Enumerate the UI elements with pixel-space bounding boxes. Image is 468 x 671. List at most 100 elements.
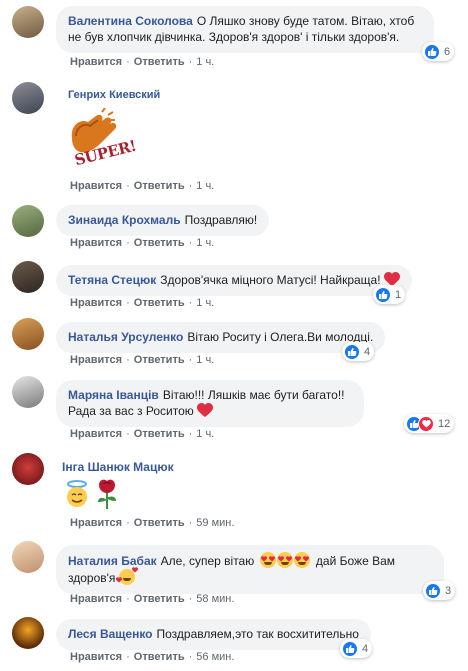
comment: Зинаида Крохмаль Поздравляю! Нравится · Отв…	[12, 205, 456, 255]
comment-header: Інга Шанюк Мацюк	[62, 459, 178, 475]
reply-link[interactable]: Ответить	[134, 297, 185, 309]
like-link[interactable]: Нравится	[70, 593, 122, 605]
smiling-face-with-hearts-icon	[115, 567, 138, 585]
comment: Наталия Бабак Але, супер вітаю дай Боже В…	[12, 541, 456, 611]
comment-actions: Нравится · Ответить · 1 ч.	[70, 354, 215, 366]
comment-time[interactable]: 1 ч.	[196, 354, 214, 366]
reaction-count: 4	[364, 345, 371, 358]
reaction-summary[interactable]: 4	[340, 639, 373, 658]
like-link[interactable]: Нравится	[70, 297, 122, 309]
heart-eyes-icon	[276, 552, 293, 568]
comment-author[interactable]: Валентина Соколова	[68, 14, 193, 28]
avatar[interactable]	[12, 541, 44, 573]
heart-eyes-icon	[259, 552, 276, 568]
comment: Валентина Соколова О Ляшко знову буде тат…	[12, 6, 456, 80]
red-heart-icon	[197, 403, 214, 417]
reaction-summary[interactable]: 4	[342, 342, 375, 361]
reaction-count: 6	[444, 45, 451, 58]
avatar[interactable]	[12, 6, 44, 38]
reply-link[interactable]: Ответить	[134, 354, 185, 366]
comment-author[interactable]: Маряна Іванців	[68, 388, 159, 402]
comment-actions: Нравится · Ответить · 1 ч.	[70, 180, 215, 192]
reaction-summary[interactable]: 12	[404, 414, 455, 433]
comment-actions: Нравится · Ответить · 58 мин.	[70, 593, 235, 605]
reply-link[interactable]: Ответить	[134, 180, 185, 192]
reaction-summary[interactable]: 3	[423, 581, 456, 600]
comment-actions: Нравится · Ответить · 1 ч.	[70, 297, 215, 309]
comment-time[interactable]: 1 ч.	[196, 237, 214, 249]
comment: Леся Ващенко Поздравляем,это так восхитит…	[12, 617, 456, 671]
comment: Маряна Іванців Вітаю!!! Ляшків має бути б…	[12, 376, 456, 446]
reply-link[interactable]: Ответить	[134, 651, 185, 663]
reaction-summary[interactable]: 1	[373, 285, 406, 304]
comment-time[interactable]: 1 ч.	[196, 297, 214, 309]
comment-actions: Нравится · Ответить · 59 мин.	[70, 517, 235, 529]
like-reaction-icon	[425, 582, 441, 599]
avatar[interactable]	[12, 82, 44, 114]
comment: Тетяна Стецюк Здоров'ячка міцного Матусі!…	[12, 261, 456, 313]
comment-bubble: Маряна Іванців Вітаю!!! Ляшків має бути б…	[56, 380, 364, 427]
comment-text: Поздравляем,это так восхитительно	[156, 627, 359, 641]
reply-link[interactable]: Ответить	[134, 237, 185, 249]
comment-bubble: Валентина Соколова О Ляшко знову буде тат…	[56, 6, 434, 53]
comment-author[interactable]: Леся Ващенко	[68, 627, 153, 641]
reaction-summary[interactable]: 6	[422, 42, 455, 61]
comment-author[interactable]: Зинаида Крохмаль	[68, 213, 181, 227]
reaction-count: 4	[362, 642, 369, 655]
comment-text: Поздравляю!	[184, 213, 258, 227]
like-link[interactable]: Нравится	[70, 428, 122, 440]
comment-time[interactable]: 1 ч.	[196, 428, 214, 440]
comment-text: Вітаю Роситу і Олега.Ви молодці.	[187, 330, 374, 344]
comment-bubble: Наталия Бабак Але, супер вітаю дай Боже В…	[56, 545, 444, 594]
comment-text: Але, супер вітаю	[160, 554, 255, 568]
comment-time[interactable]: 58 мин.	[196, 593, 234, 605]
avatar[interactable]	[12, 261, 44, 293]
like-link[interactable]: Нравится	[70, 354, 122, 366]
like-link[interactable]: Нравится	[70, 237, 122, 249]
heart-eyes-icon	[293, 552, 310, 568]
comment-time[interactable]: 1 ч.	[196, 56, 214, 68]
comment-time[interactable]: 59 мин.	[196, 517, 234, 529]
comment-text: Здоров'ячка міцного Матусі! Найкраща!	[160, 273, 381, 287]
comment-actions: Нравится · Ответить · 56 мин.	[70, 651, 235, 663]
like-link[interactable]: Нравится	[70, 517, 122, 529]
rose-icon	[98, 479, 116, 509]
comment-time[interactable]: 1 ч.	[196, 180, 214, 192]
reaction-count: 3	[445, 584, 452, 597]
like-link[interactable]: Нравится	[70, 56, 122, 68]
comment: Наталья Урсуленко Вітаю Роситу і Олега.Ви…	[12, 318, 456, 370]
avatar[interactable]	[12, 453, 44, 485]
like-link[interactable]: Нравится	[70, 651, 122, 663]
reply-link[interactable]: Ответить	[134, 517, 185, 529]
super-sticker: SUPER!	[62, 107, 138, 174]
avatar[interactable]	[12, 205, 44, 237]
comment-header: Генрих Киевский	[68, 86, 164, 103]
comment-bubble: Наталья Урсуленко Вітаю Роситу і Олега.Ви…	[56, 322, 386, 353]
reply-link[interactable]: Ответить	[134, 428, 185, 440]
comment-author[interactable]: Тетяна Стецюк	[68, 273, 156, 287]
comment-author[interactable]: Наталия Бабак	[68, 554, 157, 568]
comment-bubble: Леся Ващенко Поздравляем,это так восхитит…	[56, 619, 371, 650]
emoji-row	[62, 477, 120, 511]
comment: Генрих Киевский SUPER! Нравится · Ответить…	[12, 82, 456, 194]
avatar[interactable]	[12, 376, 44, 408]
like-reaction-icon	[344, 343, 360, 360]
reaction-count: 1	[395, 288, 402, 301]
reply-link[interactable]: Ответить	[134, 56, 185, 68]
comment-actions: Нравится · Ответить · 1 ч.	[70, 237, 215, 249]
comment: Інга Шанюк Мацюк Нравится · Ответить · 59 ми…	[12, 453, 456, 535]
comment-time[interactable]: 56 мин.	[196, 651, 234, 663]
like-reaction-icon	[424, 43, 440, 60]
comment-author[interactable]: Генрих Киевский	[68, 89, 160, 101]
like-reaction-icon	[342, 640, 358, 657]
comment-author[interactable]: Наталья Урсуленко	[68, 330, 183, 344]
heart-eyes-emoji-row	[259, 552, 314, 568]
comment-actions: Нравится · Ответить · 1 ч.	[70, 428, 215, 440]
reaction-count: 12	[438, 417, 451, 430]
comment-author[interactable]: Інга Шанюк Мацюк	[62, 460, 174, 474]
reply-link[interactable]: Ответить	[134, 593, 185, 605]
love-reaction-icon	[418, 415, 434, 432]
avatar[interactable]	[12, 318, 44, 350]
avatar[interactable]	[12, 617, 44, 649]
like-link[interactable]: Нравится	[70, 180, 122, 192]
